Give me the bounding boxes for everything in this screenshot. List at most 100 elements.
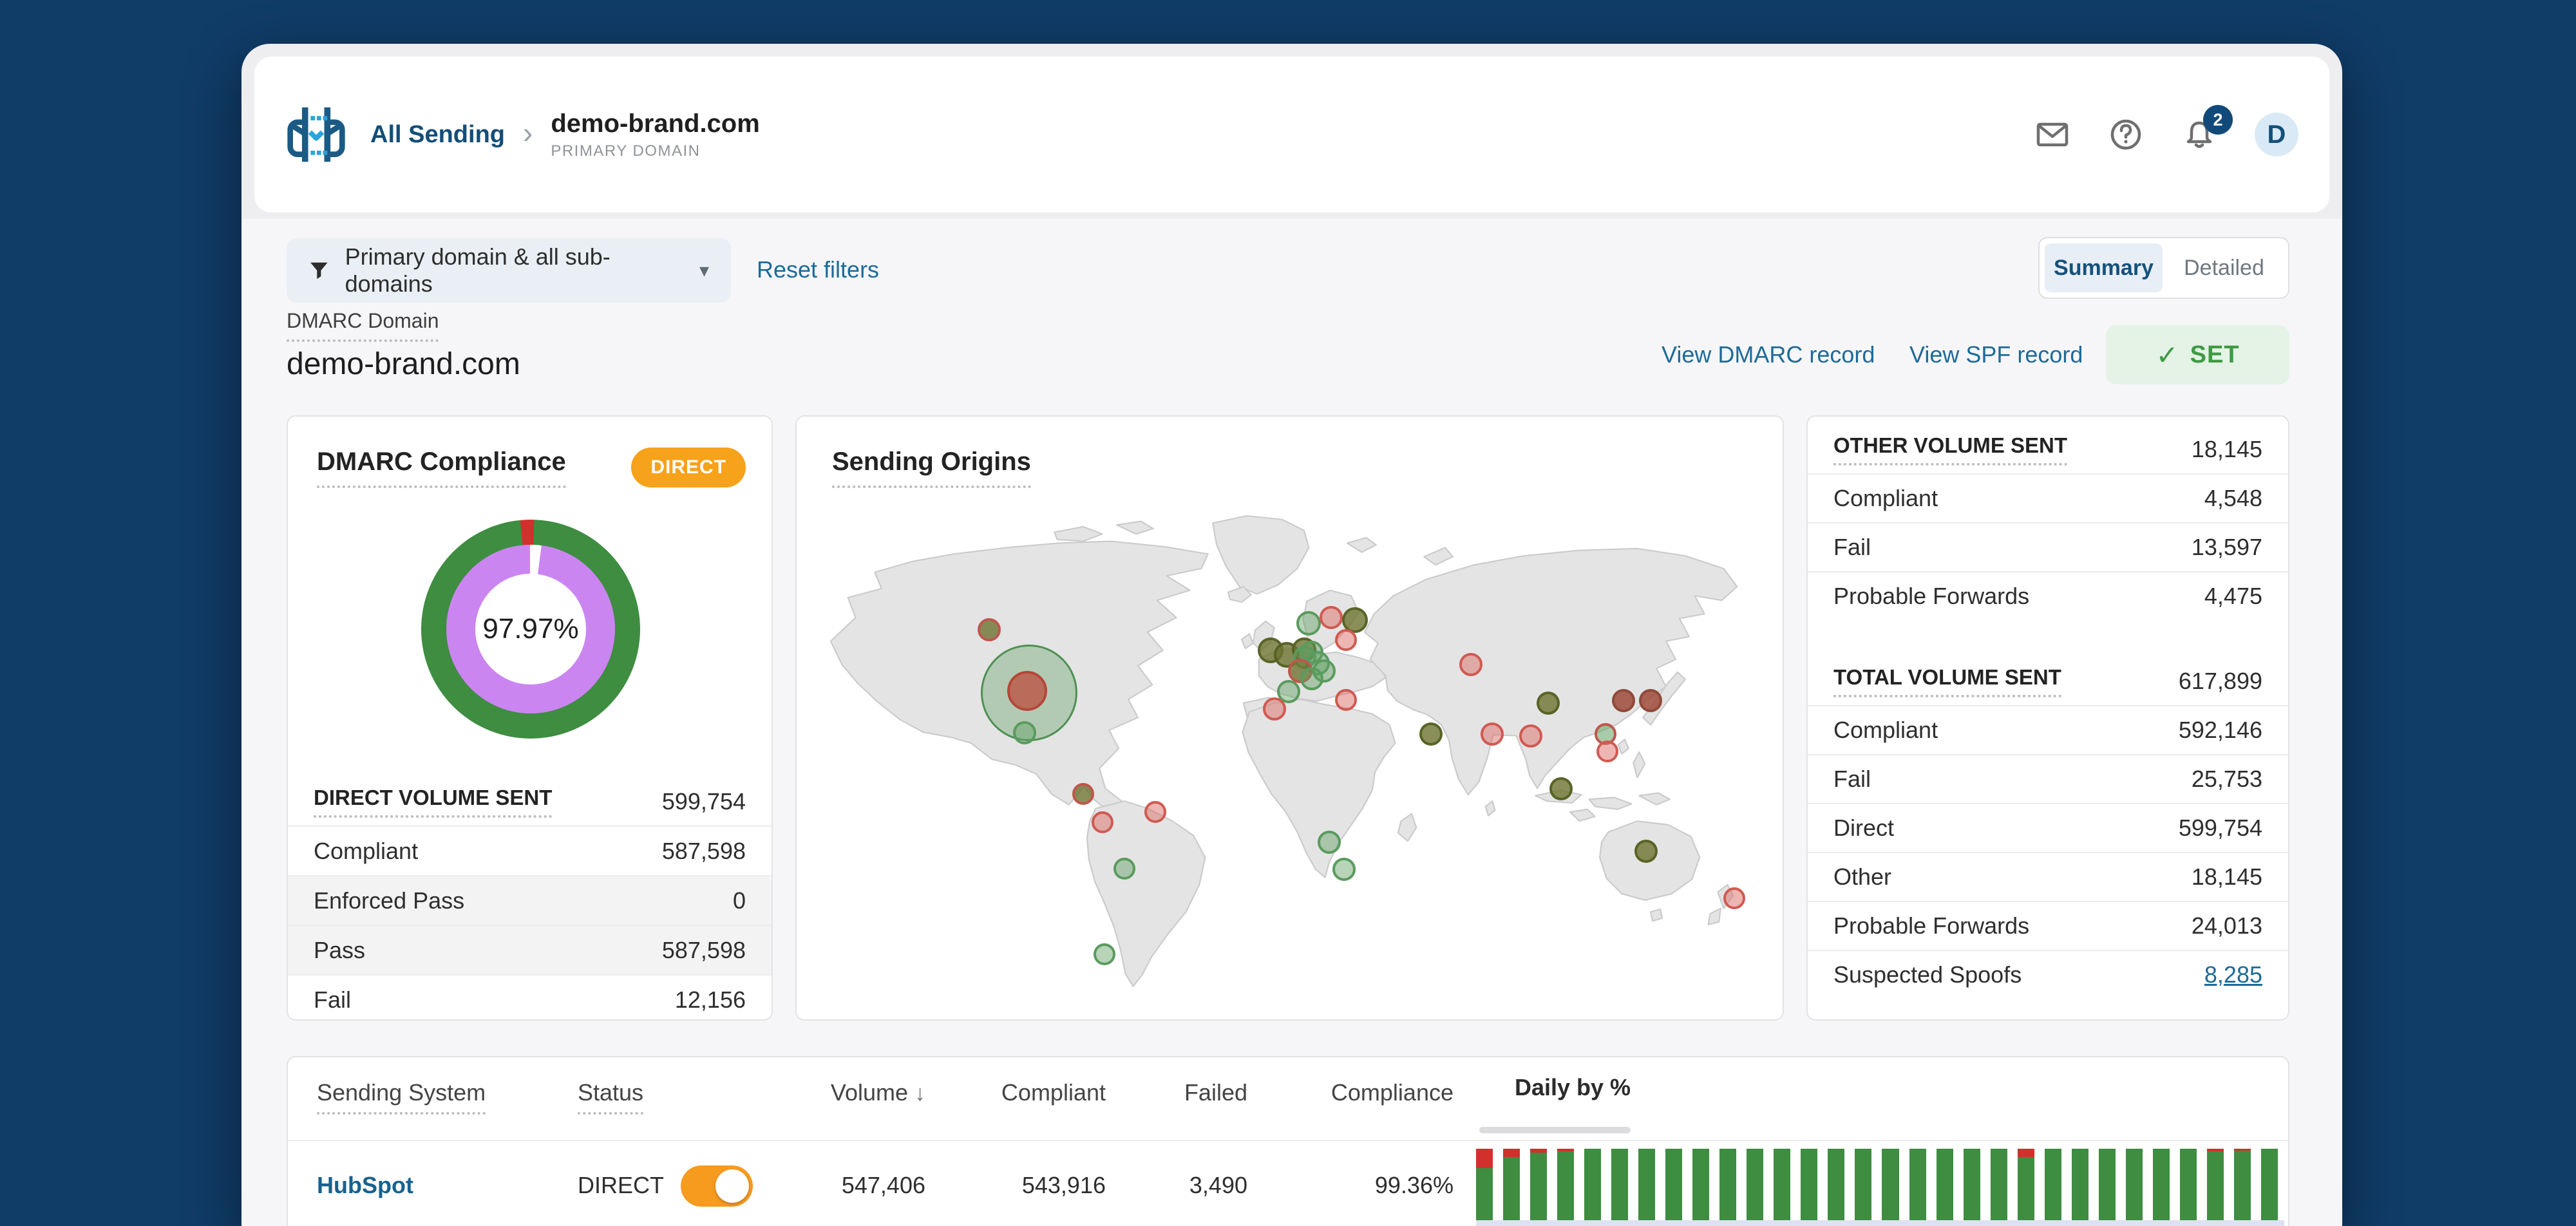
tab-detailed[interactable]: Detailed	[2165, 243, 2283, 292]
volume-section-label: TOTAL VOLUME SENT	[1833, 665, 2061, 697]
daily-bar	[1665, 1149, 1683, 1220]
stat-row: Pass 587,598	[288, 925, 772, 974]
topbar-icons: 2 D	[2034, 105, 2298, 156]
daily-bar	[1801, 1149, 1818, 1220]
map-dot	[1612, 689, 1636, 713]
volume-row-value: 25,753	[2191, 766, 2262, 792]
chevron-down-icon: ▾	[699, 259, 709, 281]
world-map	[810, 507, 1770, 1006]
volume-row-label: Compliant	[1833, 717, 1938, 743]
stat-value: 587,598	[661, 936, 746, 963]
mail-icon[interactable]	[2034, 117, 2070, 153]
column-header-volume[interactable]: Volume ↓	[739, 1079, 925, 1106]
map-dot	[1296, 610, 1321, 636]
dmarc-compliance-card: DMARC Compliance DIRECT 97.97% DIRECT VO…	[287, 415, 773, 1021]
view-spf-record-link[interactable]: View SPF record	[1909, 341, 2083, 368]
volume-row-label: Fail	[1833, 766, 1871, 792]
stat-label: Enforced Pass	[314, 887, 465, 914]
notifications-bell-icon[interactable]: 2	[2181, 105, 2233, 153]
daily-bar	[1557, 1149, 1575, 1220]
volume-summary-card: OTHER VOLUME SENT 18,145 Compliant 4,548 Fai…	[1806, 415, 2289, 1021]
stat-value: 12,156	[674, 986, 746, 1013]
map-dot	[1317, 831, 1341, 854]
map-dot	[1012, 721, 1036, 744]
table-row-divider	[288, 1140, 2288, 1141]
daily-bar	[2260, 1149, 2278, 1220]
volume-row-label: Probable Forwards	[1833, 912, 2030, 939]
map-dot	[1723, 887, 1745, 910]
view-dmarc-record-link[interactable]: View DMARC record	[1662, 341, 1875, 368]
volume-row: Probable Forwards 4,475	[1808, 571, 2288, 620]
daily-bar	[1638, 1149, 1656, 1220]
map-dot	[1332, 857, 1356, 881]
daily-bar	[2017, 1149, 2034, 1220]
map-dot	[1335, 689, 1358, 712]
suspected-spoofs-link[interactable]: 8,285	[2204, 961, 2262, 988]
column-header-status: Status	[578, 1079, 644, 1115]
daily-bar	[1611, 1149, 1629, 1220]
volume-row-value: 4,475	[2204, 583, 2262, 609]
view-mode-toggle: Summary Detailed	[2038, 237, 2289, 299]
direct-volume-header-value: 599,754	[661, 787, 746, 815]
compliant-value: 543,916	[1021, 1172, 1106, 1198]
volume-row-label: Other	[1833, 863, 1892, 890]
daily-bar	[1909, 1149, 1926, 1220]
volume-summary-panel: OTHER VOLUME SENT 18,145 Compliant 4,548 Fai…	[1808, 426, 2288, 999]
volume-row-value: 24,013	[2191, 912, 2262, 939]
volume-row-label: Direct	[1833, 815, 1895, 841]
map-dot	[1007, 671, 1048, 712]
sending-system-hubspot-link[interactable]: HubSpot	[317, 1172, 413, 1199]
daily-bar	[2206, 1149, 2224, 1220]
stat-label: Pass	[314, 936, 366, 963]
tab-summary[interactable]: Summary	[2045, 243, 2163, 292]
compliance-percent: 97.97%	[482, 613, 579, 645]
direct-volume-table: DIRECT VOLUME SENT 599,754 Compliant 587,…	[288, 777, 772, 1019]
volume-row-label: Probable Forwards	[1833, 583, 2030, 609]
map-dot	[1113, 857, 1136, 880]
map-dot	[1072, 783, 1094, 806]
volume-value: 547,406	[841, 1172, 925, 1198]
volume-section-label: OTHER VOLUME SENT	[1833, 433, 2068, 466]
reset-filters-link[interactable]: Reset filters	[757, 256, 879, 283]
stat-label: Fail	[314, 986, 352, 1013]
map-dot	[1093, 943, 1115, 966]
map-dot	[1335, 629, 1358, 652]
daily-bar	[1963, 1149, 1980, 1220]
daily-bar	[2179, 1149, 2197, 1220]
column-header-failed: Failed	[1184, 1079, 1247, 1106]
map-dot	[1596, 740, 1619, 763]
map-dot	[1262, 697, 1286, 721]
daily-stacked-bar-chart	[1476, 1149, 2278, 1220]
help-icon[interactable]	[2108, 117, 2144, 153]
volume-section-header: TOTAL VOLUME SENT 617,899	[1808, 657, 2288, 705]
breadcrumb-all-sending[interactable]: All Sending	[370, 121, 505, 149]
breadcrumb-domain: demo-brand.com	[551, 109, 760, 138]
volume-section-header: OTHER VOLUME SENT 18,145	[1808, 426, 2288, 473]
top-bar: All Sending › demo-brand.com PRIMARY DOM…	[254, 57, 2329, 212]
volume-row: Compliant 592,146	[1808, 705, 2288, 754]
avatar[interactable]: D	[2255, 113, 2298, 156]
map-dot	[1536, 691, 1560, 715]
compliance-donut-center: 97.97%	[475, 574, 586, 684]
domain-filter-label: Primary domain & all sub-domains	[345, 243, 611, 297]
direct-badge: DIRECT	[631, 448, 746, 487]
notification-count-badge: 2	[2203, 105, 2233, 135]
domain-filter-dropdown[interactable]: Primary domain & all sub-domains ▾	[287, 238, 731, 303]
stat-value: 0	[732, 887, 746, 914]
map-dot	[1519, 724, 1542, 748]
funnel-icon	[310, 262, 328, 279]
volume-row: Fail 25,753	[1808, 754, 2288, 803]
map-dot	[977, 618, 1001, 641]
daily-bar	[1882, 1149, 1899, 1220]
volume-row-label: Suspected Spoofs	[1833, 961, 2022, 988]
sending-origins-title: Sending Origins	[832, 448, 1031, 488]
column-header-sending-system: Sending System	[317, 1079, 486, 1115]
dmarcian-logo[interactable]	[285, 104, 347, 165]
dmarc-set-button[interactable]: ✓ SET	[2106, 325, 2289, 384]
sending-origin-dots	[810, 507, 1770, 1006]
daily-bar	[2152, 1149, 2170, 1220]
daily-chart-scrollbar[interactable]	[1479, 1127, 1631, 1133]
volume-row-label: Compliant	[1833, 485, 1938, 511]
daily-bar	[1692, 1149, 1710, 1220]
